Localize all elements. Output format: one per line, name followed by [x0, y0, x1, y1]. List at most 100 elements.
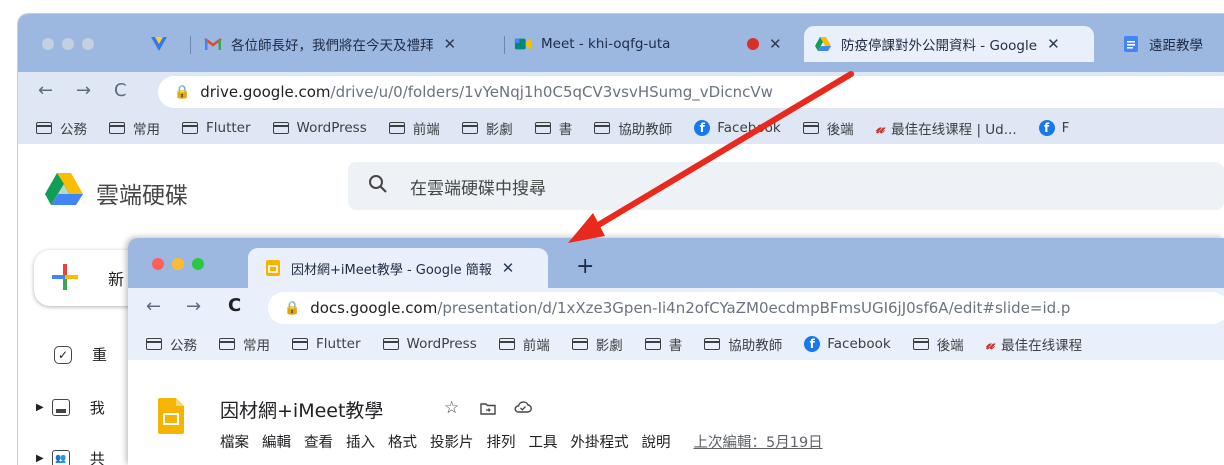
back-arrow-icon[interactable]: ←: [146, 296, 161, 317]
menu-item-arrange[interactable]: 排列: [487, 431, 516, 452]
menu-item-edit[interactable]: 編輯: [262, 431, 291, 452]
tab-docs[interactable]: 遠距教學: [1122, 26, 1224, 62]
menu-item-format[interactable]: 格式: [388, 431, 417, 452]
slides-icon: [264, 259, 282, 277]
bookmark-item[interactable]: 常用: [219, 334, 270, 354]
bookmark-label: 前端: [412, 122, 440, 138]
close-window-dot[interactable]: [152, 258, 164, 270]
docs-icon: [1122, 35, 1140, 53]
recording-dot-icon: [747, 38, 759, 50]
folder-icon: [146, 338, 162, 350]
close-tab-icon[interactable]: ✕: [769, 35, 782, 53]
bookmark-label: 書: [558, 122, 573, 138]
bookmark-label: Flutter: [206, 120, 251, 136]
menu-item-file[interactable]: 檔案: [220, 431, 249, 452]
bookmark-item[interactable]: 𝓊 最佳在线课程 | Ud...: [876, 118, 1017, 138]
bookmark-item[interactable]: fF: [1038, 120, 1070, 136]
menu-item-tools[interactable]: 工具: [529, 431, 558, 452]
bookmark-item[interactable]: 後端: [802, 118, 854, 138]
folder-icon: [182, 122, 198, 134]
document-title[interactable]: 因材網+iMeet教學: [220, 396, 383, 423]
bookmark-item[interactable]: 協助教師: [704, 334, 782, 354]
bookmark-item[interactable]: 影劇: [571, 334, 623, 354]
pinned-tab[interactable]: [150, 26, 174, 62]
bookmark-label: 公務: [170, 338, 197, 354]
check-circle-icon: ✓: [54, 345, 72, 364]
drive-icon: [814, 35, 832, 53]
close-tab-icon[interactable]: ✕: [444, 35, 457, 53]
lock-icon: 🔒: [174, 84, 191, 100]
new-tab-button[interactable]: +: [576, 254, 594, 279]
menu-item-help[interactable]: 說明: [642, 431, 671, 452]
bookmark-item[interactable]: 後端: [912, 334, 964, 354]
bookmark-item[interactable]: 影劇: [461, 118, 513, 138]
address-bar[interactable]: 🔒 drive.google.com/drive/u/0/folders/1vY…: [158, 76, 1224, 108]
url-path: /drive/u/0/folders/1vYeNqj1h0C5qCV3vsvHS…: [330, 83, 773, 101]
menu-item-slide[interactable]: 投影片: [430, 431, 474, 452]
bookmark-label: 最佳在线课程 | Ud...: [891, 122, 1017, 138]
bookmark-item[interactable]: WordPress: [272, 120, 367, 136]
bookmark-label: F: [1061, 120, 1070, 136]
google-slides-logo-icon[interactable]: [158, 398, 184, 438]
bookmark-item[interactable]: 公務: [146, 334, 197, 354]
sidebar-item-priority[interactable]: ✓ 重: [54, 344, 107, 365]
tab-meet[interactable]: Meet - khi-oqfg-uta ✕: [514, 26, 804, 62]
url-host: docs.google.com: [310, 299, 438, 317]
slides-browser-window: 因材網+iMeet教學 - Google 簡報 ✕ + ← → C 🔒 docs…: [128, 238, 1224, 465]
menu-item-addons[interactable]: 外掛程式: [571, 431, 629, 452]
menu-item-insert[interactable]: 插入: [346, 431, 375, 452]
tab-slides-active[interactable]: 因材網+iMeet教學 - Google 簡報 ✕: [248, 248, 548, 288]
bookmark-item[interactable]: f Facebook: [804, 336, 891, 352]
last-edit-link[interactable]: 上次編輯：5月19日: [694, 431, 823, 452]
sidebar-item-label: 共: [89, 450, 105, 465]
folder-icon: [644, 338, 661, 350]
tab-gmail-label: 各位師長好，我們將在今天及禮拜: [231, 38, 434, 54]
back-arrow-icon[interactable]: ←: [38, 80, 53, 101]
minimize-window-dot[interactable]: [172, 258, 184, 270]
bookmark-label: 影劇: [595, 338, 623, 354]
tab-meet-label: Meet - khi-oqfg-uta: [541, 36, 671, 52]
close-window-dot[interactable]: [42, 38, 54, 50]
tab-bar: 各位師長好，我們將在今天及禮拜 ✕ Meet - khi-oqfg-uta ✕ …: [18, 14, 1224, 72]
forward-arrow-icon[interactable]: →: [186, 296, 201, 317]
star-icon[interactable]: ☆: [444, 398, 459, 418]
reload-icon[interactable]: C: [114, 80, 127, 101]
google-drive-logo-icon[interactable]: [44, 172, 84, 210]
tab-drive-active[interactable]: 防疫停課對外公開資料 - Google ✕: [804, 26, 1094, 62]
bookmark-item[interactable]: 前端: [498, 334, 550, 354]
bookmark-item[interactable]: Flutter: [292, 336, 361, 352]
menu-item-view[interactable]: 查看: [304, 431, 333, 452]
move-to-folder-icon[interactable]: [480, 400, 496, 419]
tab-separator: [504, 36, 505, 54]
folder-icon: [272, 122, 289, 134]
bookmark-item[interactable]: 前端: [388, 118, 440, 138]
sidebar-item-my-drive[interactable]: ▶ 我: [36, 397, 105, 418]
close-tab-icon[interactable]: ✕: [1047, 35, 1060, 53]
bookmark-item[interactable]: WordPress: [382, 336, 477, 352]
address-bar[interactable]: 🔒 docs.google.com/presentation/d/1xXze3G…: [268, 292, 1224, 324]
zoom-window-dot[interactable]: [82, 38, 94, 50]
zoom-window-dot[interactable]: [192, 258, 204, 270]
reload-icon[interactable]: C: [228, 295, 241, 316]
bookmark-item[interactable]: 書: [534, 118, 573, 138]
bookmark-item[interactable]: 書: [644, 334, 682, 354]
drive-search-box[interactable]: 在雲端硬碟中搜尋: [348, 162, 1224, 210]
close-tab-icon[interactable]: ✕: [502, 259, 515, 277]
sidebar-item-shared[interactable]: ▶ 👥 共: [36, 448, 105, 465]
folder-icon: [382, 338, 399, 350]
folder-icon: [534, 122, 551, 134]
bookmark-item[interactable]: 常用: [109, 118, 160, 138]
folder-icon: [36, 122, 52, 134]
search-placeholder: 在雲端硬碟中搜尋: [410, 178, 546, 199]
bookmark-item[interactable]: 協助教師: [594, 118, 672, 138]
minimize-window-dot[interactable]: [62, 38, 74, 50]
bookmark-item[interactable]: Flutter: [182, 120, 251, 136]
bookmark-item[interactable]: 𝓊 最佳在线课程: [986, 334, 1082, 354]
tab-gmail[interactable]: 各位師長好，我們將在今天及禮拜 ✕: [204, 26, 494, 62]
folder-icon: [461, 122, 478, 134]
forward-arrow-icon[interactable]: →: [76, 80, 91, 101]
bookmark-item[interactable]: f Facebook: [694, 120, 781, 136]
bookmark-label: 影劇: [485, 122, 513, 138]
cloud-saved-icon[interactable]: [514, 399, 532, 418]
bookmark-item[interactable]: 公務: [36, 118, 87, 138]
